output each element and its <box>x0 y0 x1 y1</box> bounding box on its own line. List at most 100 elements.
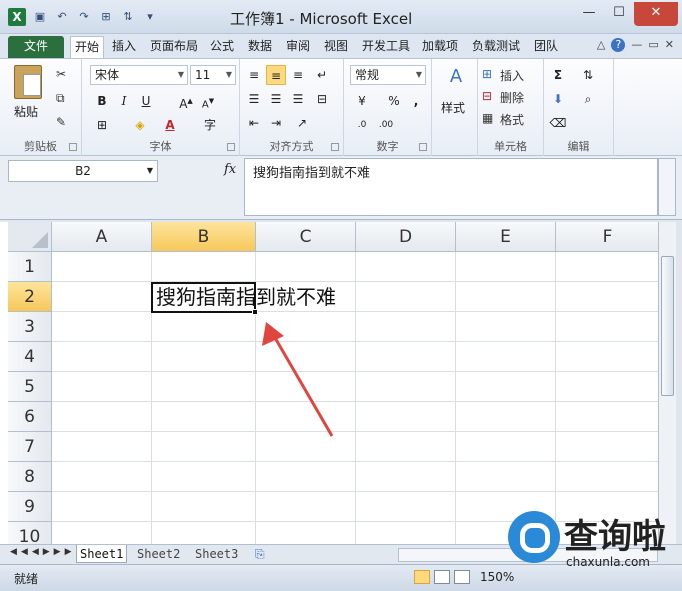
format-painter-icon[interactable]: ✎ <box>56 115 66 129</box>
wrap-text-icon[interactable]: ↵ <box>312 65 332 85</box>
tab-view[interactable]: 视图 <box>320 36 352 58</box>
delete-cells-button[interactable]: 删除 <box>500 89 524 106</box>
column-header-e[interactable]: E <box>456 222 556 252</box>
styles-button[interactable]: 样式 <box>441 99 465 116</box>
clear-icon[interactable]: ⌫ <box>548 113 568 133</box>
borders-icon[interactable]: ⊞ <box>92 115 112 135</box>
row-header-7[interactable]: 7 <box>8 432 52 462</box>
tab-team[interactable]: 团队 <box>530 36 562 58</box>
tab-formulas[interactable]: 公式 <box>206 36 238 58</box>
normal-view-icon[interactable] <box>414 570 430 584</box>
font-launcher-icon[interactable] <box>227 143 235 151</box>
paste-button[interactable]: 粘贴 <box>14 103 38 120</box>
tab-load-test[interactable]: 负载测试 <box>468 36 524 58</box>
row-header-6[interactable]: 6 <box>8 402 52 432</box>
paste-icon[interactable] <box>14 65 42 99</box>
vertical-scrollbar[interactable] <box>658 222 676 544</box>
worksheet-grid[interactable]: A B C D E F 1 2 3 4 5 6 7 8 9 10 搜狗指南指到就… <box>0 222 660 544</box>
align-bottom-icon[interactable]: ≡ <box>288 65 308 85</box>
decrease-font-icon[interactable]: A▼ <box>198 91 218 111</box>
increase-decimal-icon[interactable]: .0 <box>352 115 372 135</box>
align-left-icon[interactable]: ☰ <box>244 89 264 109</box>
align-center-icon[interactable]: ☰ <box>266 89 286 109</box>
page-layout-view-icon[interactable] <box>434 570 450 584</box>
row-header-4[interactable]: 4 <box>8 342 52 372</box>
tab-review[interactable]: 审阅 <box>282 36 314 58</box>
font-color-icon[interactable]: A <box>160 115 180 135</box>
font-name-dropdown[interactable]: 宋体 ▼ <box>90 65 188 85</box>
select-all-button[interactable] <box>8 222 52 252</box>
page-break-view-icon[interactable] <box>454 570 470 584</box>
alignment-launcher-icon[interactable] <box>331 143 339 151</box>
help-icon[interactable]: ? <box>611 38 626 52</box>
tab-data[interactable]: 数据 <box>244 36 276 58</box>
styles-icon[interactable]: A <box>444 67 468 93</box>
orientation-icon[interactable]: ↗ <box>292 113 312 133</box>
save-icon[interactable]: ▣ <box>32 9 48 25</box>
row-header-1[interactable]: 1 <box>8 252 52 282</box>
row-header-9[interactable]: 9 <box>8 492 52 522</box>
column-header-c[interactable]: C <box>256 222 356 252</box>
align-right-icon[interactable]: ☰ <box>288 89 308 109</box>
number-launcher-icon[interactable] <box>419 143 427 151</box>
workbook-close-icon[interactable]: ✕ <box>665 38 674 52</box>
fill-icon[interactable]: ⬇ <box>548 89 568 109</box>
insert-cells-button[interactable]: 插入 <box>500 67 524 84</box>
workbook-restore-icon[interactable]: ▭ <box>648 38 658 52</box>
minimize-ribbon-icon[interactable]: △ <box>597 38 605 52</box>
phonetic-icon[interactable]: 字 <box>200 115 220 135</box>
row-header-10[interactable]: 10 <box>8 522 52 544</box>
customize-qat-icon[interactable]: ▾ <box>142 9 158 25</box>
clipboard-launcher-icon[interactable] <box>69 143 77 151</box>
increase-font-icon[interactable]: A▲ <box>176 91 196 111</box>
sheet-nav-arrows[interactable]: ◀◀◀▶▶▶ <box>10 547 76 557</box>
active-cell-b2[interactable] <box>151 282 256 313</box>
tab-insert[interactable]: 插入 <box>108 36 140 58</box>
vertical-scroll-thumb[interactable] <box>661 256 674 396</box>
insert-function-button[interactable]: fx <box>224 162 236 177</box>
fill-color-icon[interactable]: ◈ <box>130 115 150 135</box>
percent-button[interactable]: % <box>384 91 404 111</box>
workbook-minimize-icon[interactable]: — <box>631 38 642 52</box>
font-size-dropdown[interactable]: 11 ▼ <box>190 65 236 85</box>
maximize-button[interactable]: ☐ <box>604 2 634 26</box>
align-top-icon[interactable]: ≡ <box>244 65 264 85</box>
formula-bar-scroll[interactable] <box>658 158 676 216</box>
row-header-5[interactable]: 5 <box>8 372 52 402</box>
sheet-tab-sheet1[interactable]: Sheet1 <box>76 545 128 563</box>
increase-indent-icon[interactable]: ⇥ <box>266 113 286 133</box>
form-icon[interactable]: ⊞ <box>98 9 114 25</box>
row-header-8[interactable]: 8 <box>8 462 52 492</box>
sheet-tab-sheet3[interactable]: Sheet3 <box>192 545 241 563</box>
format-cells-button[interactable]: 格式 <box>500 111 524 128</box>
column-header-f[interactable]: F <box>556 222 660 252</box>
tab-developer[interactable]: 开发工具 <box>358 36 414 58</box>
insert-sheet-icon[interactable]: ⎘ <box>252 545 268 563</box>
row-header-2[interactable]: 2 <box>8 282 52 312</box>
close-button[interactable]: ✕ <box>634 2 678 26</box>
name-box[interactable]: B2 ▼ <box>8 160 158 182</box>
bold-button[interactable]: B <box>92 91 112 111</box>
undo-icon[interactable]: ↶ <box>54 9 70 25</box>
tab-file[interactable]: 文件 <box>8 36 64 58</box>
find-select-icon[interactable]: ⌕ <box>578 89 598 109</box>
column-header-d[interactable]: D <box>356 222 456 252</box>
decrease-decimal-icon[interactable]: .00 <box>376 115 396 135</box>
column-header-b[interactable]: B <box>152 222 256 252</box>
sort-filter-icon[interactable]: ⇅ <box>578 65 598 85</box>
cut-icon[interactable]: ✂ <box>56 67 66 81</box>
comma-button[interactable]: , <box>406 91 426 111</box>
sheet-tab-sheet2[interactable]: Sheet2 <box>134 545 183 563</box>
column-header-a[interactable]: A <box>52 222 152 252</box>
decrease-indent-icon[interactable]: ⇤ <box>244 113 264 133</box>
tab-page-layout[interactable]: 页面布局 <box>146 36 202 58</box>
minimize-button[interactable]: — <box>574 2 604 26</box>
fill-handle[interactable] <box>252 309 258 315</box>
copy-icon[interactable]: ⧉ <box>56 91 65 106</box>
italic-button[interactable]: I <box>114 91 134 111</box>
tab-home[interactable]: 开始 <box>70 36 105 58</box>
currency-icon[interactable]: ¥ <box>352 91 372 111</box>
sort-icon[interactable]: ⇅ <box>120 9 136 25</box>
underline-button[interactable]: U <box>136 91 156 111</box>
row-header-3[interactable]: 3 <box>8 312 52 342</box>
